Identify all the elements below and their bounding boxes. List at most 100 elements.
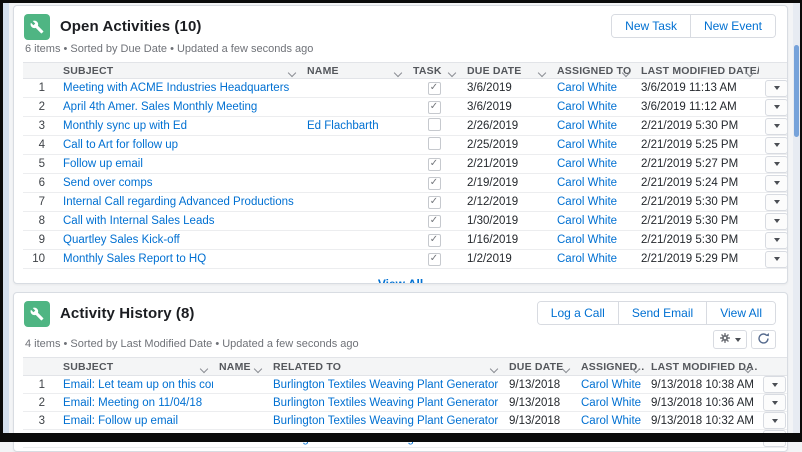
- assigned-link[interactable]: Carol White: [557, 82, 617, 94]
- num-cell: 3: [23, 116, 57, 136]
- due-cell: 1/30/2019: [461, 211, 551, 231]
- table-row: 8 Call with Internal Sales Leads ✓ 1/30/201…: [23, 211, 787, 231]
- window-frame-left: [0, 0, 3, 442]
- row-actions-button[interactable]: [765, 231, 787, 249]
- assigned-link[interactable]: Carol White: [557, 215, 617, 227]
- due-cell: 2/25/2019: [461, 135, 551, 155]
- table-header-row: SUBJECT NAME RELATED TO DUE DATE ASSIGNE…: [23, 357, 787, 376]
- task-cell: ✓: [407, 249, 461, 269]
- table-row: 2 Email: Meeting on 11/04/18 Burlington Te…: [23, 393, 787, 412]
- subject-link[interactable]: Quartley Sales Kick-off: [63, 234, 180, 246]
- assigned-cell: Carol White: [575, 393, 645, 412]
- subject-link[interactable]: Email: Meeting on 11/04/18: [63, 397, 202, 409]
- task-cell: [407, 135, 461, 155]
- new-task-button[interactable]: New Task: [612, 15, 690, 37]
- column-header-due-date[interactable]: DUE DATE: [503, 357, 575, 376]
- action-cell: [757, 393, 787, 412]
- table-row: 2 April 4th Amer. Sales Monthly Meeting ✓ 3…: [23, 97, 787, 117]
- assigned-link[interactable]: Carol White: [557, 101, 617, 113]
- row-actions-button[interactable]: [763, 412, 786, 429]
- action-cell: [759, 116, 787, 136]
- column-header-assigned-to[interactable]: ASSIGNED…: [575, 357, 645, 376]
- assigned-link[interactable]: Carol White: [557, 196, 617, 208]
- assigned-link[interactable]: Carol White: [581, 379, 641, 391]
- assigned-link[interactable]: Carol White: [557, 253, 617, 265]
- view-all-button[interactable]: View All: [706, 302, 775, 324]
- row-actions-button[interactable]: [765, 98, 787, 116]
- column-header-name[interactable]: NAME: [301, 62, 407, 79]
- subject-link[interactable]: Internal Call regarding Advanced Product…: [63, 196, 294, 208]
- row-number-header: [23, 62, 57, 79]
- modified-cell: 3/6/2019 11:13 AM: [635, 78, 759, 98]
- chevron-down-icon: [773, 238, 780, 242]
- refresh-button[interactable]: [751, 330, 776, 349]
- assigned-link[interactable]: Carol White: [557, 139, 617, 151]
- view-all-link[interactable]: View All: [378, 277, 423, 283]
- related-link[interactable]: Burlington Textiles Weaving Plant Genera…: [273, 415, 498, 427]
- assigned-cell: Carol White: [551, 211, 635, 231]
- assigned-link[interactable]: Carol White: [557, 158, 617, 170]
- scrollbar-thumb[interactable]: [794, 45, 799, 137]
- column-header-last-modified[interactable]: LAST MODIFIED DA…: [645, 357, 757, 376]
- scrollbar[interactable]: [793, 3, 800, 433]
- row-actions-button[interactable]: [765, 155, 787, 173]
- chevron-down-icon: [773, 181, 780, 185]
- subject-link[interactable]: Send over comps: [63, 177, 153, 189]
- num-cell: 6: [23, 173, 57, 193]
- column-header-last-modified[interactable]: LAST MODIFIED DATE/…: [635, 62, 759, 79]
- column-header-task[interactable]: TASK: [407, 62, 461, 79]
- action-cell: [759, 173, 787, 193]
- subject-link[interactable]: Email: Follow up email: [63, 415, 178, 427]
- row-actions-button[interactable]: [765, 212, 787, 230]
- row-actions-button[interactable]: [765, 79, 787, 97]
- column-header-subject[interactable]: SUBJECT: [57, 62, 301, 79]
- assigned-cell: Carol White: [551, 78, 635, 98]
- subject-link[interactable]: Follow up email: [63, 158, 143, 170]
- assigned-link[interactable]: Carol White: [581, 415, 641, 427]
- subject-link[interactable]: Call to Art for follow up: [63, 139, 178, 151]
- row-actions-button[interactable]: [765, 250, 787, 268]
- assigned-link[interactable]: Carol White: [557, 177, 617, 189]
- subject-link[interactable]: Monthly Sales Report to HQ: [63, 253, 206, 265]
- chevron-down-icon: [537, 68, 547, 77]
- name-link[interactable]: Ed Flachbarth: [307, 120, 379, 132]
- subject-link[interactable]: Call with Internal Sales Leads: [63, 215, 215, 227]
- due-cell: 2/21/2019: [461, 154, 551, 174]
- column-header-assigned-to[interactable]: ASSIGNED TO: [551, 62, 635, 79]
- related-link[interactable]: Burlington Textiles Weaving Plant Genera…: [273, 397, 498, 409]
- subject-link[interactable]: Meeting with ACME Industries Headquarter…: [63, 82, 289, 94]
- row-actions-button[interactable]: [765, 193, 787, 211]
- assigned-link[interactable]: Carol White: [557, 234, 617, 246]
- open-activities-table: SUBJECT NAME TASK DUE DATE ASSIGNED TO L…: [23, 62, 787, 269]
- row-actions-button[interactable]: [763, 376, 786, 393]
- log-a-call-button[interactable]: Log a Call: [537, 302, 618, 324]
- row-actions-button[interactable]: [765, 117, 787, 135]
- wrench-icon: [24, 14, 50, 40]
- subject-link[interactable]: April 4th Amer. Sales Monthly Meeting: [63, 101, 257, 113]
- subject-cell: Monthly sync up with Ed: [57, 116, 301, 136]
- name-cell: [301, 173, 407, 193]
- column-header-name[interactable]: NAME: [213, 357, 267, 376]
- related-link[interactable]: Burlington Textiles Weaving Plant Genera…: [273, 379, 498, 391]
- row-actions-button[interactable]: [763, 394, 786, 411]
- modified-cell: 2/21/2019 5:30 PM: [635, 230, 759, 250]
- subject-link[interactable]: Email: Let team up on this contract: [63, 379, 213, 391]
- assigned-link[interactable]: Carol White: [581, 397, 641, 409]
- name-cell: Ed Flachbarth: [301, 116, 407, 136]
- row-actions-button[interactable]: [765, 136, 787, 154]
- assigned-cell: Carol White: [551, 154, 635, 174]
- send-email-button[interactable]: Send Email: [617, 302, 707, 324]
- new-event-button[interactable]: New Event: [689, 15, 775, 37]
- assigned-link[interactable]: Carol White: [557, 120, 617, 132]
- column-header-subject[interactable]: SUBJECT: [57, 357, 213, 376]
- name-cell: [301, 230, 407, 250]
- subject-link[interactable]: Monthly sync up with Ed: [63, 120, 187, 132]
- settings-gear-button[interactable]: [713, 330, 747, 349]
- due-cell: 9/13/2018: [503, 411, 575, 430]
- column-header-due-date[interactable]: DUE DATE: [461, 62, 551, 79]
- window-frame-top: [0, 0, 802, 3]
- row-actions-button[interactable]: [765, 174, 787, 192]
- action-cell: [759, 135, 787, 155]
- task-checkbox: ✓: [427, 233, 441, 247]
- column-header-related-to[interactable]: RELATED TO: [267, 357, 503, 376]
